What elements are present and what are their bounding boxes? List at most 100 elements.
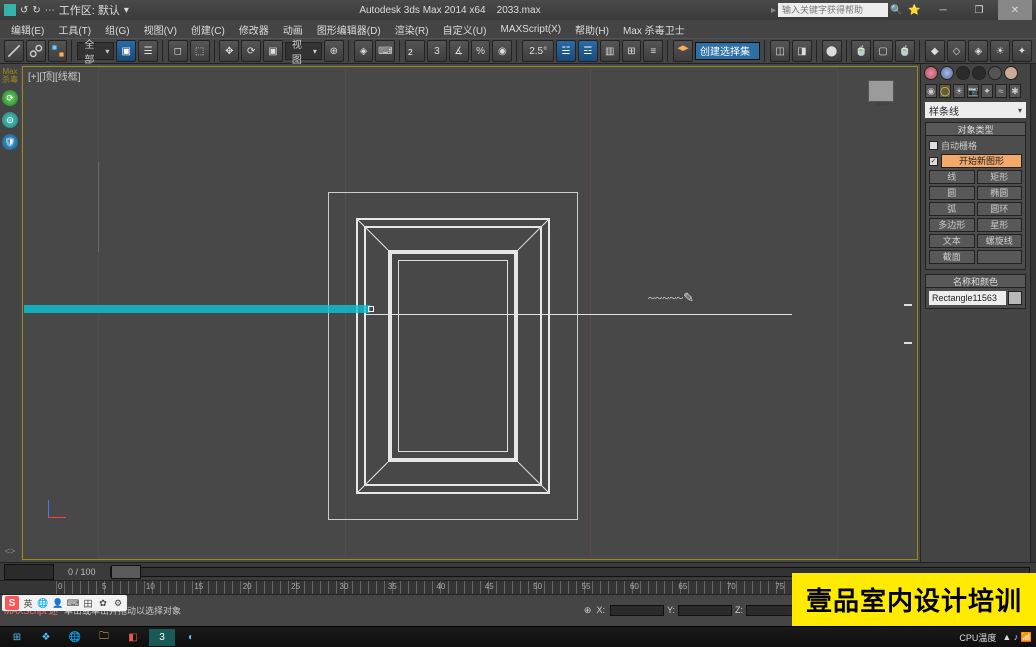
tb-snap2[interactable]: 2 bbox=[405, 40, 425, 62]
type-section[interactable]: 截面 bbox=[929, 250, 975, 264]
autogrid-check[interactable]: 自动栅格 bbox=[929, 139, 1022, 152]
tb-align[interactable]: ≡ bbox=[643, 40, 663, 62]
task-app1[interactable]: ◧ bbox=[120, 629, 146, 646]
tb-mirror[interactable]: ▥ bbox=[600, 40, 620, 62]
menu-maxscript[interactable]: MAXScript(X) bbox=[497, 22, 564, 37]
task-3dsmax[interactable]: 3 bbox=[149, 629, 175, 646]
menu-render[interactable]: 渲染(R) bbox=[392, 20, 432, 39]
tb-unlink[interactable] bbox=[26, 40, 46, 62]
coord-x[interactable] bbox=[610, 605, 664, 616]
task-edge[interactable]: 🌐 bbox=[62, 629, 88, 646]
tb-array[interactable]: ⊞ bbox=[622, 40, 642, 62]
rail-chevrons[interactable]: <> bbox=[5, 546, 16, 556]
type-ngon[interactable]: 多边形 bbox=[929, 218, 975, 232]
tb-select-manip[interactable]: ◈ bbox=[354, 40, 374, 62]
tb-snap3[interactable]: 3 bbox=[427, 40, 447, 62]
tb-ex5[interactable]: ✦ bbox=[1012, 40, 1032, 62]
ref-coord-dropdown[interactable]: 视图 bbox=[285, 42, 322, 60]
coord-y[interactable] bbox=[678, 605, 732, 616]
ime-i4[interactable]: 田 bbox=[82, 597, 94, 609]
ime-i3[interactable]: ⌨ bbox=[67, 597, 79, 609]
window-restore-button[interactable]: ❐ bbox=[962, 0, 996, 20]
tb-keyboard[interactable]: ⌨ bbox=[375, 40, 395, 62]
tb-select-link[interactable] bbox=[4, 40, 24, 62]
time-slider-handle[interactable] bbox=[111, 565, 141, 579]
rollout-header-2[interactable]: 名称和颜色 bbox=[925, 274, 1026, 288]
tb-render-prod[interactable]: 🍵 bbox=[895, 40, 915, 62]
menu-graph[interactable]: 图形编辑器(D) bbox=[314, 20, 384, 39]
cat-cameras[interactable]: 📷 bbox=[967, 84, 979, 98]
tb-named-sel-set[interactable]: ☲ bbox=[578, 40, 598, 62]
object-name-input[interactable]: Rectangle11563 bbox=[929, 291, 1006, 305]
type-arc[interactable]: 弧 bbox=[929, 202, 975, 216]
type-rect[interactable]: 矩形 bbox=[977, 170, 1023, 184]
track-preview[interactable] bbox=[4, 564, 54, 580]
tb-spinner-snap[interactable]: ◉ bbox=[492, 40, 512, 62]
task-folder[interactable]: 🗀 bbox=[91, 629, 117, 646]
tb-layer-manager[interactable] bbox=[673, 40, 693, 62]
tb-ex4[interactable]: ☀ bbox=[990, 40, 1010, 62]
cat-lights[interactable]: ☀ bbox=[953, 84, 965, 98]
task-s[interactable]: ❖ bbox=[33, 629, 59, 646]
cat-helpers[interactable]: ✦ bbox=[981, 84, 993, 98]
tab-hierarchy[interactable] bbox=[956, 66, 970, 80]
object-color-swatch[interactable] bbox=[1008, 291, 1022, 305]
type-line[interactable]: 线 bbox=[929, 170, 975, 184]
start-button[interactable]: ⊞ bbox=[4, 629, 30, 646]
panel-scrollbar[interactable] bbox=[1030, 64, 1036, 562]
search-icon[interactable]: 🔍 bbox=[890, 5, 906, 16]
rail-button-3[interactable]: 🛡 bbox=[2, 134, 18, 150]
selection-filter-dropdown[interactable]: 全部 bbox=[77, 42, 114, 60]
tb-select-rect[interactable]: ◻ bbox=[168, 40, 188, 62]
tb-bind[interactable] bbox=[48, 40, 68, 62]
tab-motion[interactable] bbox=[972, 66, 986, 80]
startnew-check[interactable]: ✓开始新图形 bbox=[929, 154, 1022, 168]
more-icon[interactable]: ⋯ bbox=[45, 5, 55, 16]
tb-schematic[interactable]: ◨ bbox=[792, 40, 812, 62]
tb-scale[interactable]: ▣ bbox=[263, 40, 283, 62]
tb-select-window[interactable]: ⬚ bbox=[190, 40, 210, 62]
ime-i1[interactable]: 🌐 bbox=[37, 597, 49, 609]
tab-utilities[interactable] bbox=[1004, 66, 1018, 80]
angle-snap-value[interactable]: 2.5° bbox=[522, 40, 554, 62]
workspace-label[interactable]: 工作区: 默认 bbox=[59, 2, 120, 18]
tb-ex2[interactable]: ◇ bbox=[947, 40, 967, 62]
menu-group[interactable]: 组(G) bbox=[102, 20, 132, 39]
tb-select-name[interactable]: ☰ bbox=[138, 40, 158, 62]
tb-ex1[interactable]: ◆ bbox=[925, 40, 945, 62]
menu-views[interactable]: 视图(V) bbox=[141, 20, 180, 39]
type-donut[interactable]: 圆环 bbox=[977, 202, 1023, 216]
menu-modifiers[interactable]: 修改器 bbox=[236, 20, 272, 39]
tb-ex3[interactable]: ◈ bbox=[968, 40, 988, 62]
ime-lang[interactable]: 英 bbox=[22, 597, 34, 609]
menu-edit[interactable]: 编辑(E) bbox=[8, 20, 47, 39]
help-dd-icon[interactable]: ▸ bbox=[771, 5, 776, 16]
ime-i5[interactable]: ✿ bbox=[97, 597, 109, 609]
cat-shapes[interactable]: ◯ bbox=[939, 84, 951, 98]
info-icon[interactable]: ⭐ bbox=[908, 5, 924, 16]
type-star[interactable]: 星形 bbox=[977, 218, 1023, 232]
rail-button-2[interactable]: ⊙ bbox=[2, 112, 18, 128]
menu-customize[interactable]: 自定义(U) bbox=[440, 20, 490, 39]
viewport-label[interactable]: [+][顶][线框] bbox=[28, 68, 81, 83]
viewport[interactable]: [+][顶][线框] ~~~~~✎ bbox=[20, 64, 920, 562]
help-search-input[interactable]: 输入关键字获得帮助 bbox=[778, 3, 888, 17]
window-minimize-button[interactable]: ─ bbox=[926, 0, 960, 20]
selected-spline[interactable] bbox=[24, 305, 370, 313]
cat-space[interactable]: ≈ bbox=[995, 84, 1007, 98]
type-helix[interactable]: 螺旋线 bbox=[977, 234, 1023, 248]
menu-antivirus[interactable]: Max 杀毒卫士 bbox=[620, 20, 688, 39]
type-ellipse[interactable]: 椭圆 bbox=[977, 186, 1023, 200]
tb-rotate[interactable]: ⟳ bbox=[241, 40, 261, 62]
menu-create[interactable]: 创建(C) bbox=[188, 20, 228, 39]
tb-select-object[interactable]: ▣ bbox=[116, 40, 136, 62]
type-text[interactable]: 文本 bbox=[929, 234, 975, 248]
tb-render-setup[interactable]: 🍵 bbox=[851, 40, 871, 62]
rollout-header-1[interactable]: 对象类型 bbox=[925, 122, 1026, 136]
tb-angle-snap[interactable]: ∡ bbox=[449, 40, 469, 62]
tb-render-frame[interactable]: ▢ bbox=[873, 40, 893, 62]
rail-button-1[interactable]: ⟳ bbox=[2, 90, 18, 106]
redo-icon[interactable]: ↺ bbox=[20, 5, 28, 16]
tb-move[interactable]: ✥ bbox=[219, 40, 239, 62]
tab-create[interactable] bbox=[924, 66, 938, 80]
